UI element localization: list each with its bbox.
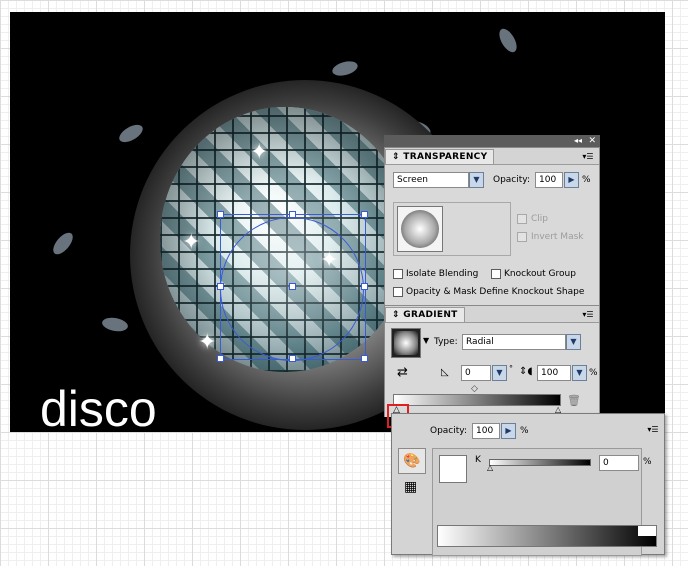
tab-gradient[interactable]: ⇕ GRADIENT: [385, 307, 465, 323]
tab-transparency[interactable]: ⇕ TRANSPARENCY: [385, 149, 495, 165]
chevron-down-icon[interactable]: ▼: [469, 172, 484, 188]
invert-mask-label: Invert Mask: [531, 232, 584, 242]
resize-handle[interactable]: [361, 355, 368, 362]
trash-icon[interactable]: 🗑: [567, 394, 581, 407]
isolate-blending-label: Isolate Blending: [406, 269, 479, 279]
resize-handle[interactable]: [217, 283, 224, 290]
chevron-down-icon[interactable]: ▼: [572, 365, 587, 381]
resize-handle[interactable]: [289, 211, 296, 218]
double-chevron-icon[interactable]: ◂◂: [574, 135, 582, 147]
resize-handle[interactable]: [217, 211, 224, 218]
percent-label: %: [520, 426, 529, 436]
midpoint-diamond-icon[interactable]: ◇: [471, 384, 478, 394]
percent-label: %: [643, 457, 652, 467]
sparkle-icon: ✦: [250, 140, 269, 165]
opacity-label: Opacity:: [493, 175, 530, 185]
selection-bounding-box[interactable]: [217, 211, 368, 362]
panel-dock-header[interactable]: ◂◂ ✕: [384, 135, 600, 147]
sparkle-icon: ✦: [198, 330, 217, 355]
resize-handle[interactable]: [361, 283, 368, 290]
chevron-right-icon[interactable]: ▶: [501, 423, 516, 439]
light-spot: [116, 121, 146, 146]
stop-color-area: K △ 0 %: [432, 448, 657, 556]
chevron-right-icon[interactable]: ▶: [564, 172, 579, 188]
angle-input[interactable]: 0: [461, 365, 491, 381]
center-point[interactable]: [289, 283, 296, 290]
chevron-down-icon[interactable]: ▼: [492, 365, 507, 381]
knockout-group-label: Knockout Group: [504, 269, 576, 279]
mask-thumbnail-area: [393, 202, 511, 256]
channel-label: K: [475, 455, 481, 465]
opacity-mask-knockout-checkbox[interactable]: [393, 287, 403, 297]
gradient-type-select[interactable]: Radial: [462, 334, 566, 350]
k-value-input[interactable]: 0: [599, 455, 639, 471]
chevron-down-icon[interactable]: ▼: [423, 336, 429, 345]
isolate-blending-checkbox[interactable]: [393, 269, 403, 279]
color-stop-popup: Opacity: 100 ▶ % ▾☰ 🎨 ▦ K △ 0 %: [391, 413, 665, 556]
panel-menu-icon[interactable]: ▾☰: [581, 152, 595, 162]
clip-label: Clip: [531, 214, 548, 224]
opacity-input[interactable]: 100: [535, 172, 563, 188]
resize-handle[interactable]: [217, 355, 224, 362]
k-slider-thumb[interactable]: △: [487, 463, 493, 472]
gradient-panel: ⇕ GRADIENT ▾☰ ▼ Type: Radial ▼ ⇄ ◺ 0 ▼ °…: [384, 305, 600, 417]
disco-caption: disco: [40, 381, 157, 432]
light-spot: [330, 58, 360, 79]
k-slider[interactable]: [489, 459, 591, 466]
reverse-gradient-icon[interactable]: ⇄: [397, 366, 408, 380]
blend-mode-select[interactable]: Screen: [393, 172, 469, 188]
light-spot: [49, 229, 77, 258]
clip-checkbox[interactable]: [517, 214, 527, 224]
knockout-group-checkbox[interactable]: [491, 269, 501, 279]
transparency-panel: ⇕ TRANSPARENCY ▾☰ Screen ▼ Opacity: 100 …: [384, 147, 600, 305]
stop-color-preview[interactable]: [439, 455, 467, 483]
stop-opacity-label: Opacity:: [430, 426, 467, 436]
stop-opacity-input[interactable]: 100: [472, 423, 500, 439]
panel-menu-icon[interactable]: ▾☰: [581, 310, 595, 320]
close-icon[interactable]: ✕: [588, 135, 596, 147]
chevron-down-icon[interactable]: ▼: [566, 334, 581, 350]
aspect-ratio-input[interactable]: 100: [537, 365, 571, 381]
light-spot: [101, 315, 129, 334]
percent-label: %: [582, 175, 591, 185]
panel-menu-icon[interactable]: ▾☰: [646, 425, 660, 435]
swatches-icon[interactable]: ▦: [404, 480, 417, 494]
gradient-slider[interactable]: [393, 394, 561, 406]
gradient-swatch[interactable]: [391, 328, 421, 358]
percent-label: %: [589, 368, 598, 378]
resize-handle[interactable]: [361, 211, 368, 218]
color-palette-icon[interactable]: 🎨: [398, 448, 426, 474]
angle-icon: ◺: [441, 367, 449, 378]
degree-symbol: °: [509, 364, 513, 373]
resize-handle[interactable]: [289, 355, 296, 362]
type-label: Type:: [434, 337, 458, 347]
opacity-mask-knockout-label: Opacity & Mask Define Knockout Shape: [406, 287, 585, 297]
object-thumbnail[interactable]: [397, 206, 443, 252]
k-spectrum-bar[interactable]: [437, 525, 657, 547]
aspect-ratio-icon: ⇕◖: [519, 366, 533, 377]
invert-mask-checkbox[interactable]: [517, 232, 527, 242]
light-spot: [495, 25, 521, 56]
sparkle-icon: ✦: [182, 230, 201, 255]
